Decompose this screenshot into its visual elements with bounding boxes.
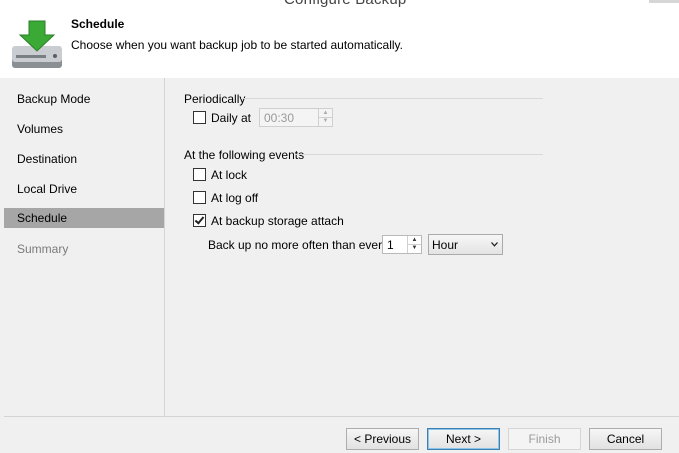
window-title: Configure Backup: [284, 0, 406, 8]
at-logoff-label[interactable]: At log off: [211, 191, 258, 205]
frequency-label: Back up no more often than every: [208, 238, 389, 252]
sidebar-item-volumes[interactable]: Volumes: [4, 119, 164, 139]
at-logoff-checkbox[interactable]: [193, 191, 206, 204]
sidebar-item-schedule[interactable]: Schedule: [4, 208, 164, 228]
page-title: Schedule: [71, 17, 125, 31]
daily-time-spinner: 00:30 ▲ ▼: [259, 108, 333, 127]
page-description: Choose when you want backup job to be st…: [71, 38, 403, 52]
chevron-down-icon: [491, 242, 498, 247]
at-lock-label[interactable]: At lock: [211, 168, 247, 182]
frequency-value[interactable]: 1: [387, 238, 394, 252]
at-lock-checkbox[interactable]: [193, 168, 206, 181]
sidebar-item-summary: Summary: [17, 242, 69, 256]
finish-button: Finish: [508, 428, 581, 450]
download-drive-icon: [12, 20, 62, 68]
sidebar-item-local-drive[interactable]: Local Drive: [4, 179, 164, 199]
daily-time-value: 00:30: [264, 111, 295, 125]
daily-time-spin-buttons: ▲ ▼: [318, 109, 332, 126]
footer-divider: [4, 416, 679, 417]
wizard-body: Backup Mode Volumes Destination Local Dr…: [0, 78, 679, 453]
next-button[interactable]: Next >: [427, 428, 500, 450]
titlebar-close-edge[interactable]: [649, 0, 679, 3]
frequency-spinner[interactable]: 1 ▲ ▼: [382, 235, 422, 254]
events-group-label: At the following events: [184, 148, 305, 162]
periodically-group-divider: [241, 98, 543, 99]
at-storage-attach-checkbox[interactable]: [193, 214, 206, 227]
cancel-button[interactable]: Cancel: [589, 428, 662, 450]
window-titlebar: Configure Backup: [0, 0, 679, 10]
events-group-divider: [295, 154, 543, 155]
frequency-unit-select[interactable]: Hour: [428, 234, 503, 255]
daily-at-label[interactable]: Daily at: [211, 111, 251, 125]
spin-down-icon: ▼: [322, 118, 329, 124]
wizard-steps-sidebar: Backup Mode Volumes Destination Local Dr…: [0, 78, 165, 416]
sidebar-item-backup-mode[interactable]: Backup Mode: [4, 89, 164, 109]
sidebar-item-destination[interactable]: Destination: [4, 149, 164, 169]
previous-button[interactable]: < Previous: [346, 428, 419, 450]
daily-at-checkbox[interactable]: [193, 111, 206, 124]
frequency-spin-buttons[interactable]: ▲ ▼: [407, 236, 421, 253]
wizard-header: Schedule Choose when you want backup job…: [0, 10, 679, 78]
periodically-group-label: Periodically: [184, 92, 246, 106]
spin-down-icon[interactable]: ▼: [408, 244, 421, 252]
at-storage-attach-label[interactable]: At backup storage attach: [211, 214, 344, 228]
frequency-unit-value[interactable]: Hour: [432, 238, 458, 252]
